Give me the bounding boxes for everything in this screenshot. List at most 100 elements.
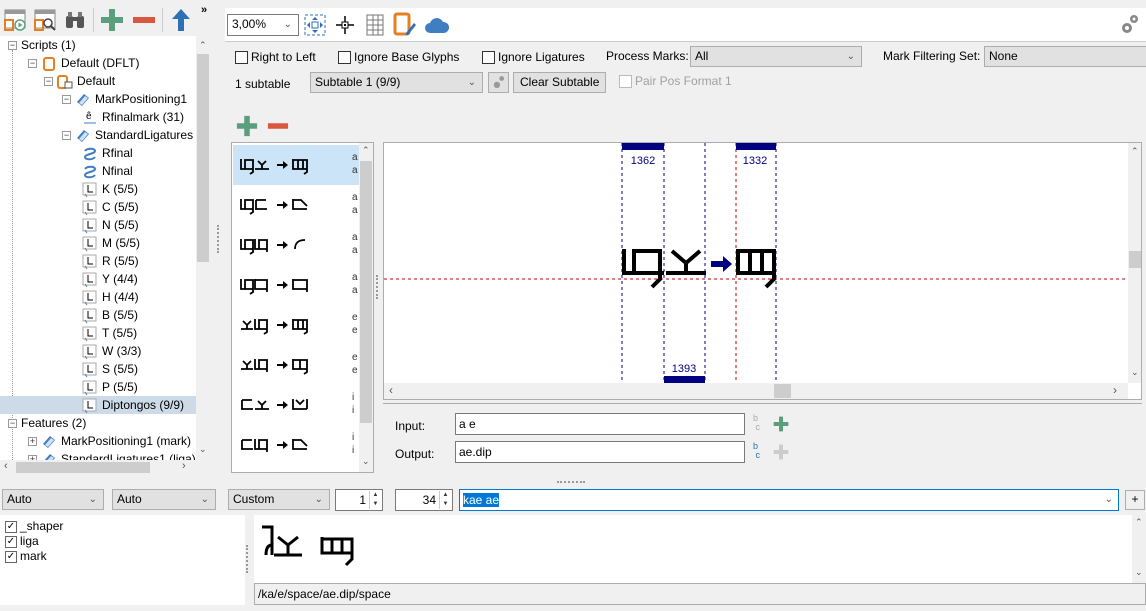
tree-node[interactable]: W (3/3) [82, 342, 141, 360]
lookup-tree[interactable]: − Scripts (1) − Default (DFLT) − Default − Mark… [0, 36, 210, 460]
tree-node[interactable]: Nfinal [82, 162, 133, 180]
glyph-preview-canvas[interactable]: 1362 1332 1393 ⌃ ⌄ ‹ › [383, 142, 1142, 400]
language-select[interactable]: Auto ⌄ [112, 489, 216, 510]
spinner-arrows-icon[interactable]: ▲ ▼ [439, 491, 451, 509]
tree-node[interactable]: Y (4/4) [82, 270, 138, 288]
checkmark-icon[interactable]: ✓ [5, 535, 17, 548]
preview-window-icon[interactable] [3, 8, 27, 32]
tree-node[interactable]: P (5/5) [82, 378, 138, 396]
rule-list-item[interactable]: aa [233, 265, 359, 305]
add-rule-icon[interactable] [236, 115, 258, 137]
tree-node[interactable]: − Scripts (1) [8, 36, 76, 54]
tree-node[interactable]: R (5/5) [82, 252, 139, 270]
rule-list-scrollbar[interactable]: ⌃ ⌄ [359, 143, 373, 472]
tree-node[interactable]: Diptongos (9/9) [0, 396, 196, 414]
right-to-left-checkbox[interactable]: Right to Left [235, 49, 316, 65]
tree-node[interactable]: − StandardLigatures [62, 126, 193, 144]
ignore-base-glyphs-checkbox[interactable]: Ignore Base Glyphs [338, 49, 459, 65]
settings-gear-icon[interactable] [1117, 13, 1141, 37]
tree-node[interactable]: + MarkPositioning1 (mark) [28, 432, 191, 450]
collapse-icon[interactable]: − [8, 419, 17, 429]
subtable-settings-button[interactable] [488, 72, 509, 93]
add-text-button[interactable]: + [1125, 490, 1145, 510]
collapse-icon[interactable]: − [8, 41, 17, 51]
inspect-window-icon[interactable] [33, 8, 57, 32]
ignore-ligatures-checkbox[interactable]: Ignore Ligatures [482, 49, 585, 65]
preview-horizontal-scrollbar[interactable]: ‹ › [384, 383, 1128, 399]
tree-node[interactable]: C (5/5) [82, 198, 139, 216]
tree-node[interactable]: M (5/5) [82, 234, 140, 252]
glyph-picker-icon[interactable]: b c [753, 442, 760, 460]
crosshair-icon[interactable] [333, 13, 357, 37]
tree-node[interactable]: − MarkPositioning1 [62, 90, 187, 108]
tree-node[interactable]: B (5/5) [82, 306, 138, 324]
tree-node-label: K (5/5) [102, 182, 139, 196]
rule-list-item[interactable]: aa [233, 225, 359, 265]
arrow-icon [277, 201, 288, 209]
rule-list-item[interactable]: ii [233, 425, 359, 465]
collapse-icon[interactable]: − [62, 95, 71, 105]
tree-node[interactable]: T (5/5) [82, 324, 137, 342]
tree-node[interactable]: + StandardLigatures1 (liga) [28, 450, 196, 460]
glyph-grid-icon[interactable] [363, 13, 387, 37]
toolbar-overflow[interactable]: » [201, 2, 207, 18]
tree-node[interactable]: ê Rfinalmark (31) [82, 108, 184, 126]
text-preset-select[interactable]: Custom ⌄ [228, 489, 330, 510]
start-spinner[interactable]: 1 ▲ ▼ [335, 489, 383, 511]
process-marks-select[interactable]: All ⌄ [690, 46, 862, 67]
feature-checkbox[interactable]: ✓ _shaper [5, 518, 63, 534]
remove-icon[interactable] [132, 8, 156, 32]
tree-node[interactable]: H (4/4) [82, 288, 139, 306]
preview-text-input[interactable]: kae ae ⌄ [459, 489, 1119, 511]
tree-node[interactable]: K (5/5) [82, 180, 138, 198]
bottom-splitter-handle[interactable] [246, 545, 248, 573]
add-input-icon[interactable] [773, 416, 789, 432]
cloud-icon[interactable] [425, 13, 449, 37]
tree-node[interactable]: N (5/5) [82, 216, 139, 234]
spinner-arrows-icon[interactable]: ▲ ▼ [369, 491, 381, 509]
move-up-icon[interactable] [169, 8, 193, 32]
binoculars-icon[interactable] [63, 8, 87, 32]
rule-list[interactable]: ⌃ ⌄ aa aa aa aa ee ee ii ii [231, 142, 374, 473]
feature-checkbox[interactable]: ✓ liga [5, 533, 39, 549]
rule-list-item[interactable]: ii [233, 385, 359, 425]
tree-node[interactable]: − Default [44, 72, 115, 90]
mark-filtering-select[interactable]: None [984, 46, 1146, 67]
rule-list-item[interactable]: ee [233, 305, 359, 345]
size-spinner[interactable]: 34 ▲ ▼ [395, 489, 453, 511]
collapse-icon[interactable]: − [28, 59, 37, 69]
subtable-select[interactable]: Subtable 1 (9/9) ⌄ [310, 72, 483, 93]
tree-node[interactable]: S (5/5) [82, 360, 138, 378]
output-glyphs-field[interactable]: ae.dip [455, 441, 745, 463]
horizontal-splitter-handle[interactable] [557, 481, 585, 483]
tree-horizontal-scrollbar[interactable]: ‹ › [0, 460, 210, 475]
feature-checkbox[interactable]: ✓ mark [5, 548, 47, 564]
checkmark-icon[interactable]: ✓ [5, 550, 17, 563]
text-preview-scrollbar[interactable]: ⌃ ⌄ [1132, 515, 1146, 583]
list-splitter-handle[interactable] [376, 275, 378, 299]
preview-vertical-scrollbar[interactable]: ⌃ ⌄ [1128, 143, 1141, 383]
script-select[interactable]: Auto ⌄ [2, 489, 104, 510]
zoom-select[interactable]: 3,00% ⌄ [227, 14, 299, 36]
edit-glyph-icon[interactable] [393, 12, 417, 36]
checkmark-icon[interactable]: ✓ [5, 520, 17, 533]
add-icon[interactable] [100, 8, 124, 32]
tree-vertical-scrollbar[interactable]: ⌃ ⌄ [196, 36, 210, 460]
glyph-string-field[interactable]: /ka/e/space/ae.dip/space [254, 583, 1146, 605]
collapse-icon[interactable]: − [62, 131, 71, 141]
tree-node[interactable]: Rfinal [82, 144, 133, 162]
rule-list-item[interactable]: aa [233, 185, 359, 225]
collapse-icon[interactable]: − [44, 77, 53, 87]
feature-list[interactable]: ✓ _shaper ✓ liga ✓ mark [0, 515, 245, 605]
remove-rule-icon[interactable] [267, 115, 289, 137]
chevron-down-icon[interactable]: ⌄ [1105, 490, 1113, 510]
rule-list-item[interactable]: ee [233, 345, 359, 385]
splitter-handle[interactable] [217, 225, 219, 253]
fit-to-window-icon[interactable] [303, 13, 327, 37]
expand-icon[interactable]: + [28, 437, 37, 447]
rule-list-item[interactable]: aa [233, 145, 359, 185]
tree-node[interactable]: − Features (2) [8, 414, 86, 432]
input-glyphs-field[interactable]: a e [455, 413, 745, 435]
clear-subtable-button[interactable]: Clear Subtable [513, 72, 607, 93]
tree-node[interactable]: − Default (DFLT) [28, 54, 139, 72]
